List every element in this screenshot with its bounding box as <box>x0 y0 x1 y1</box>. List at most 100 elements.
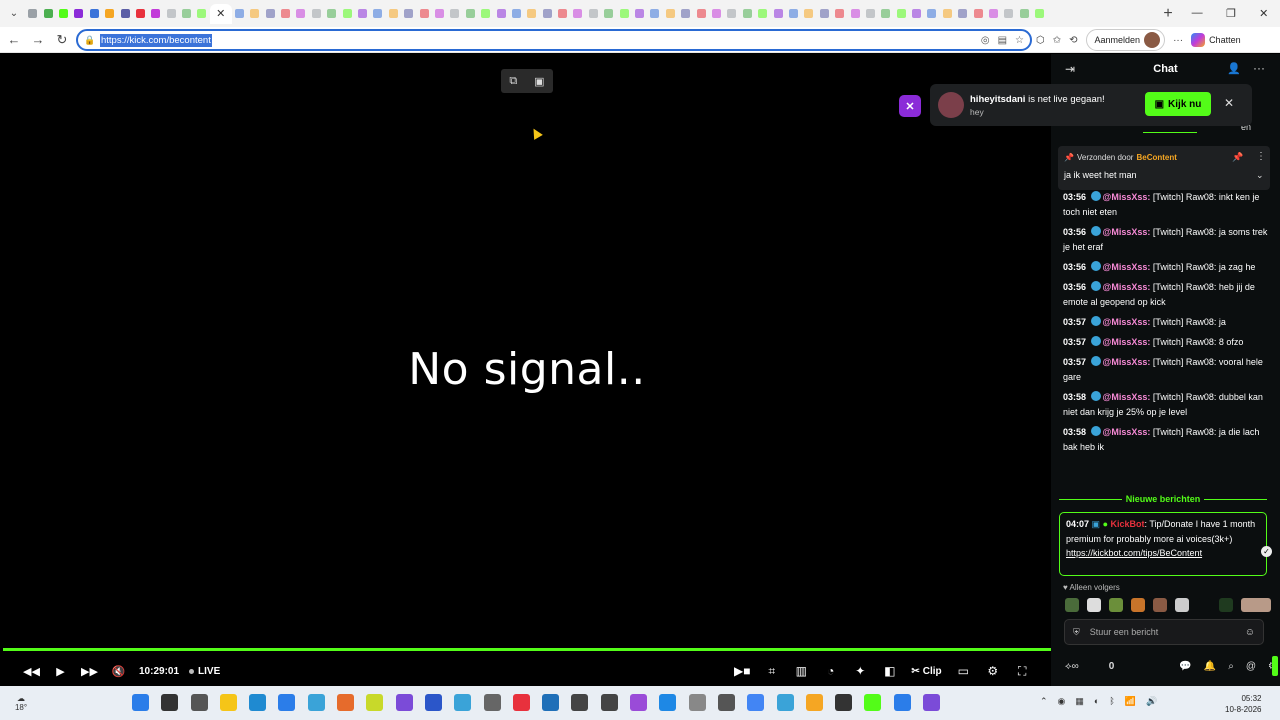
back-icon[interactable]: ← <box>2 32 26 47</box>
maximize-button[interactable]: ❐ <box>1226 7 1236 20</box>
weather-widget[interactable]: ☁ 18° <box>0 694 42 712</box>
browser-tab[interactable] <box>586 4 601 24</box>
forward-icon[interactable]: → <box>26 32 50 47</box>
browser-tab[interactable] <box>87 4 102 24</box>
browser-tab[interactable] <box>986 4 1001 24</box>
play-icon[interactable]: ▶ <box>46 665 75 678</box>
browser-tab[interactable] <box>647 4 662 24</box>
browser-tab[interactable] <box>432 4 447 24</box>
browser-tab[interactable] <box>570 4 585 24</box>
taskbar-app-icon[interactable] <box>424 694 442 711</box>
emoji-icon[interactable]: ☺ <box>1245 627 1255 638</box>
browser-tab[interactable] <box>1001 4 1016 24</box>
refresh-icon[interactable]: ↻ <box>50 32 74 48</box>
browser-tab[interactable] <box>148 4 163 24</box>
browser-tab[interactable] <box>447 4 462 24</box>
chat-users-icon[interactable]: 👤 <box>1227 62 1241 75</box>
pinned-message[interactable]: 📌 Verzonden door BeContent ja ik weet he… <box>1058 146 1270 190</box>
browser-tab[interactable] <box>164 4 179 24</box>
watch-now-button[interactable]: ▣ Kijk nu <box>1145 92 1211 116</box>
taskbar-app-icon[interactable] <box>776 694 794 711</box>
address-bar[interactable]: 🔒 https://kick.com/becontent ◎ ▤ ☆ <box>76 29 1032 51</box>
emote[interactable] <box>1153 598 1167 612</box>
browser-tab[interactable] <box>724 4 739 24</box>
pinned-more-icon[interactable]: ⋮ <box>1256 151 1266 162</box>
extensions-icon[interactable]: ⬡ <box>1036 35 1045 46</box>
browser-tab[interactable] <box>863 4 878 24</box>
browser-tab[interactable] <box>755 4 770 24</box>
tray-app-icon[interactable]: ▦ <box>1075 696 1084 707</box>
tray-chevron-icon[interactable]: ⌃ <box>1040 696 1048 707</box>
message-username[interactable]: @MissXss: <box>1103 192 1151 202</box>
camera-icon[interactable]: ▶■ <box>728 664 758 678</box>
taskbar-app-icon[interactable] <box>278 694 296 711</box>
message-username[interactable]: @MissXss: <box>1103 427 1151 437</box>
browser-tab[interactable] <box>909 4 924 24</box>
emote[interactable] <box>1197 598 1211 612</box>
fast-forward-icon[interactable]: ▶▶ <box>75 665 104 678</box>
browser-tab[interactable] <box>924 4 939 24</box>
pinned-sender[interactable]: BeContent <box>1136 153 1176 162</box>
chevron-down-icon[interactable]: ⌄ <box>1256 170 1264 181</box>
speed-icon[interactable]: ◔ <box>816 664 846 678</box>
new-tab-button[interactable]: + <box>1156 5 1180 23</box>
browser-tab[interactable] <box>817 4 832 24</box>
browser-tab[interactable] <box>970 4 985 24</box>
browser-tab[interactable] <box>71 4 86 24</box>
taskbar-app-icon[interactable] <box>132 694 149 711</box>
browser-tab[interactable] <box>463 4 478 24</box>
taskbar-app-icon[interactable] <box>659 694 677 711</box>
close-window-button[interactable]: ✕ <box>1259 7 1268 20</box>
favorite-star-icon[interactable]: ☆ <box>1015 35 1024 46</box>
clip-button[interactable]: ✂ Clip <box>905 666 949 677</box>
browser-tab[interactable] <box>693 4 708 24</box>
volume-icon[interactable]: 🔊 <box>1146 696 1157 707</box>
taskbar-app-icon[interactable] <box>630 694 648 711</box>
chat-more-icon[interactable]: ··· <box>1253 61 1265 75</box>
browser-tab[interactable] <box>740 4 755 24</box>
close-icon[interactable]: ✕ <box>1224 96 1234 110</box>
browser-tab[interactable] <box>262 4 277 24</box>
browser-tab[interactable] <box>309 4 324 24</box>
browser-tab[interactable] <box>247 4 262 24</box>
signin-button[interactable]: Aanmelden <box>1085 29 1166 51</box>
emote[interactable] <box>1109 598 1123 612</box>
miniplayer-icon[interactable]: ◧ <box>875 664 905 678</box>
browser-tab[interactable] <box>117 4 132 24</box>
send-button[interactable] <box>1272 656 1278 676</box>
unpin-icon[interactable]: 📌 <box>1232 152 1243 163</box>
more-menu-icon[interactable]: ··· <box>1173 35 1183 46</box>
taskbar-app-icon[interactable] <box>454 694 472 711</box>
sparkle-icon[interactable]: ✦ <box>846 664 876 678</box>
minimize-button[interactable]: — <box>1192 7 1203 20</box>
browser-tab[interactable] <box>601 4 616 24</box>
tracking-prevention-icon[interactable]: ◎ <box>981 35 990 46</box>
browser-tab[interactable] <box>56 4 71 24</box>
theater-icon[interactable]: ▭ <box>949 664 979 678</box>
browser-tab[interactable] <box>478 4 493 24</box>
picture-in-picture-icon[interactable]: ⧉ <box>509 75 517 88</box>
tab-actions-menu-icon[interactable]: ⌄ <box>3 4 25 24</box>
taskbar-app-icon[interactable] <box>249 694 267 711</box>
message-username[interactable]: KickBot <box>1111 519 1145 529</box>
browser-tab[interactable] <box>770 4 785 24</box>
browser-tab[interactable] <box>878 4 893 24</box>
video-player[interactable]: ⧉ ▣ No signal.. ◀◀ ▶ ▶▶ 🔇 10:29:01 LIVE … <box>3 54 1051 686</box>
message-username[interactable]: @MissXss: <box>1103 317 1151 327</box>
message-username[interactable]: @MissXss: <box>1103 392 1151 402</box>
browser-tab[interactable] <box>663 4 678 24</box>
browser-tab[interactable] <box>293 4 308 24</box>
chat-bubble-icon[interactable]: 💬 <box>1179 661 1191 672</box>
taskbar-app-icon[interactable] <box>923 694 941 711</box>
browser-tab[interactable] <box>370 4 385 24</box>
channel-points-icon[interactable]: ⟡∞ <box>1065 661 1079 672</box>
message-username[interactable]: @MissXss: <box>1103 227 1151 237</box>
emote[interactable] <box>1219 598 1233 612</box>
browser-tab[interactable] <box>355 4 370 24</box>
taskbar-app-icon[interactable] <box>512 694 530 711</box>
browser-tab[interactable] <box>540 4 555 24</box>
taskbar-clock[interactable]: 05:32 10-8-2026 <box>1225 693 1261 715</box>
tray-app-icon[interactable]: ◉ <box>1058 696 1066 707</box>
site-info-icon[interactable]: 🔒 <box>84 35 98 46</box>
browser-tab[interactable] <box>324 4 339 24</box>
